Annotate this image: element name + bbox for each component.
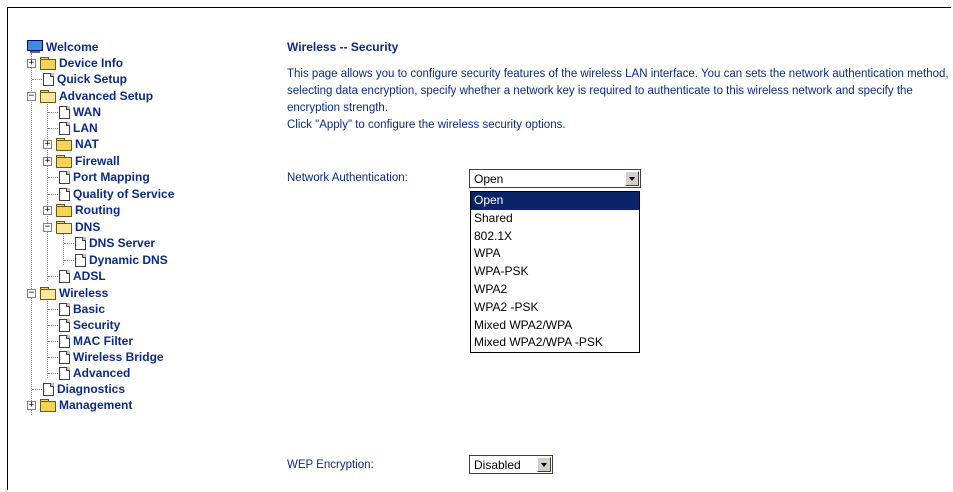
folder-icon	[56, 155, 72, 168]
tree-connector	[48, 177, 58, 178]
tree-connector	[48, 325, 58, 326]
tree-item-mac-filter[interactable]: MAC Filter	[59, 333, 133, 349]
option-open[interactable]: Open	[471, 192, 639, 210]
expand-icon[interactable]: +	[27, 59, 36, 68]
collapse-icon[interactable]: −	[43, 223, 52, 232]
wep-encryption-select[interactable]: Disabled	[469, 455, 553, 474]
tree-connector	[48, 309, 58, 310]
monitor-icon	[27, 40, 43, 54]
tree-item-wan[interactable]: WAN	[59, 104, 101, 120]
tree-connector	[32, 79, 42, 80]
option-mixed-wpa2-wpa-psk[interactable]: Mixed WPA2/WPA -PSK	[471, 334, 639, 352]
tree-item-firewall[interactable]: Firewall	[56, 153, 120, 169]
page-icon	[59, 105, 70, 119]
wep-encryption-value: Disabled	[474, 457, 521, 472]
tree-item-nat[interactable]: NAT	[56, 136, 99, 152]
option-wpa2-psk[interactable]: WPA2 -PSK	[471, 299, 639, 317]
chevron-down-icon[interactable]	[537, 457, 551, 472]
tree-item-advanced[interactable]: Advanced	[59, 365, 130, 381]
tree-item-dynamic-dns[interactable]: Dynamic DNS	[75, 252, 168, 268]
tree-connector	[48, 357, 58, 358]
page-icon	[59, 366, 70, 380]
network-authentication-dropdown: Open Shared 802.1X WPA WPA-PSK WPA2 WPA2…	[470, 191, 640, 354]
option-mixed-wpa2-wpa[interactable]: Mixed WPA2/WPA	[471, 317, 639, 335]
apply-hint: Click "Apply" to configure the wireless …	[287, 119, 566, 131]
tree-connector	[64, 260, 74, 261]
tree-connector	[48, 194, 58, 195]
tree-item-wireless[interactable]: Wireless	[40, 285, 108, 301]
tree-item-device-info[interactable]: Device Info	[40, 55, 123, 71]
nav-tree: Welcome + Device Info Quick Setup − Adva…	[27, 39, 267, 439]
page-icon	[59, 121, 70, 135]
tree-item-diagnostics[interactable]: Diagnostics	[43, 381, 125, 397]
folder-icon	[40, 57, 56, 70]
tree-connector	[48, 128, 58, 129]
tree-connector	[32, 389, 42, 390]
page-icon	[59, 302, 70, 316]
network-authentication-select[interactable]: Open	[469, 169, 641, 188]
page-icon	[59, 334, 70, 348]
collapse-icon[interactable]: −	[27, 92, 36, 101]
page-icon	[59, 170, 70, 184]
tree-item-quick-setup[interactable]: Quick Setup	[43, 71, 127, 87]
tree-item-advanced-setup[interactable]: Advanced Setup	[40, 88, 153, 104]
tree-item-lan[interactable]: LAN	[59, 120, 98, 136]
tree-connector	[48, 276, 58, 277]
wep-encryption-label: WEP Encryption:	[287, 459, 374, 471]
tree-item-management[interactable]: Management	[40, 397, 132, 413]
page-icon	[43, 72, 54, 86]
page-description: This page allows you to configure securi…	[287, 66, 952, 134]
folder-icon	[40, 399, 56, 412]
tree-item-quality-of-service[interactable]: Quality of Service	[59, 186, 174, 202]
tree-connector	[64, 243, 74, 244]
tree-connector	[47, 298, 48, 378]
tree-item-port-mapping[interactable]: Port Mapping	[59, 169, 150, 185]
page-icon	[59, 269, 70, 283]
option-wpa2[interactable]: WPA2	[471, 281, 639, 299]
folder-icon	[56, 138, 72, 151]
network-authentication-value: Open	[474, 171, 504, 186]
expand-icon[interactable]: +	[43, 206, 52, 215]
folder-open-icon	[40, 287, 56, 300]
collapse-icon[interactable]: −	[27, 289, 36, 298]
tree-connector	[31, 53, 32, 415]
tree-item-security[interactable]: Security	[59, 317, 120, 333]
tree-item-adsl[interactable]: ADSL	[59, 268, 106, 284]
tree-item-dns[interactable]: DNS	[56, 219, 100, 235]
option-wpa-psk[interactable]: WPA-PSK	[471, 263, 639, 281]
option-802-1x[interactable]: 802.1X	[471, 228, 639, 246]
page-icon	[43, 382, 54, 396]
tree-connector	[48, 373, 58, 374]
option-wpa[interactable]: WPA	[471, 245, 639, 263]
tree-item-dns-server[interactable]: DNS Server	[75, 235, 155, 251]
network-authentication-label: Network Authentication:	[287, 172, 408, 184]
page-icon	[75, 253, 86, 267]
folder-open-icon	[56, 221, 72, 234]
tree-connector	[48, 341, 58, 342]
page-icon	[59, 350, 70, 364]
description-text: This page allows you to configure securi…	[287, 68, 949, 114]
expand-icon[interactable]: +	[43, 140, 52, 149]
page-icon	[59, 318, 70, 332]
page-icon	[75, 236, 86, 250]
folder-open-icon	[40, 90, 56, 103]
option-shared[interactable]: Shared	[471, 210, 639, 228]
tree-item-wireless-bridge[interactable]: Wireless Bridge	[59, 349, 164, 365]
tree-item-basic[interactable]: Basic	[59, 301, 105, 317]
expand-icon[interactable]: +	[43, 157, 52, 166]
page-icon	[59, 187, 70, 201]
expand-icon[interactable]: +	[27, 401, 36, 410]
tree-item-welcome[interactable]: Welcome	[27, 39, 98, 55]
tree-connector	[48, 112, 58, 113]
tree-item-routing[interactable]: Routing	[56, 202, 120, 218]
page-title: Wireless -- Security	[287, 40, 399, 54]
chevron-down-icon[interactable]	[625, 171, 639, 186]
folder-icon	[56, 204, 72, 217]
